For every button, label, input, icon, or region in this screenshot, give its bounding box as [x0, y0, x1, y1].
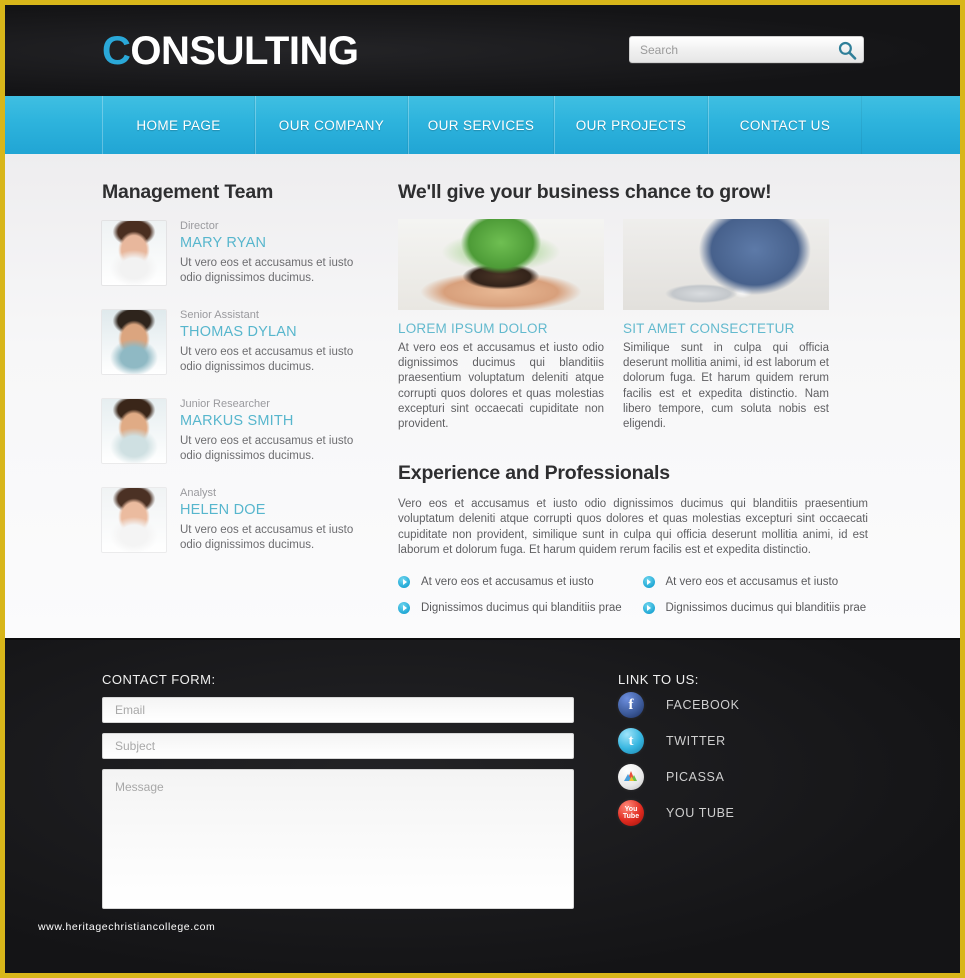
feature-column: LOREM IPSUM DOLOR At vero eos et accusam… [398, 219, 604, 432]
feature-columns: LOREM IPSUM DOLOR At vero eos et accusam… [398, 219, 868, 432]
page-frame: CONSULTING HOME PAGE OUR COMPANY OUR SER… [5, 5, 960, 973]
social-link-label: PICASSA [666, 770, 725, 784]
nav-left-spacer [5, 96, 102, 154]
feature-title[interactable]: SIT AMET CONSECTETUR [623, 321, 829, 336]
arrow-bullet-icon [398, 576, 410, 589]
team-member-name[interactable]: MARKUS SMITH [180, 411, 372, 431]
team-member: Senior Assistant THOMAS DYLAN Ut vero eo… [102, 308, 372, 391]
social-link-label: TWITTER [666, 734, 726, 748]
list-item[interactable]: At vero eos et accusamus et iusto [398, 575, 624, 590]
youtube-icon: You Tube [618, 800, 644, 826]
nav-item-our-services[interactable]: OUR SERVICES [408, 96, 554, 154]
twitter-icon: t [618, 728, 644, 754]
management-team-sidebar: Management Team Director MARY RYAN Ut ve… [102, 181, 372, 575]
twitter-glyph: t [628, 732, 634, 749]
subject-field[interactable] [102, 733, 574, 759]
social-link-label: FACEBOOK [666, 698, 740, 712]
facebook-glyph: f [628, 696, 634, 713]
experience-text: Vero eos et accusamus et iusto odio dign… [398, 498, 868, 556]
list-item-label: Dignissimos ducimus qui blanditiis prae [421, 602, 622, 615]
social-link-twitter[interactable]: t TWITTER [618, 723, 878, 759]
site-footer: CONTACT FORM: LINK TO US: f FACEBOOK t T… [5, 638, 960, 973]
team-member-desc: Ut vero eos et accusamus et iusto odio d… [180, 346, 354, 373]
contact-form: CONTACT FORM: [102, 672, 574, 909]
list-item[interactable]: Dignissimos ducimus qui blanditiis prae [398, 601, 624, 616]
nav-item-our-projects[interactable]: OUR PROJECTS [554, 96, 708, 154]
experience-heading: Experience and Professionals [398, 462, 670, 485]
team-member-role: Analyst [180, 487, 217, 499]
nav-right-spacer [862, 96, 960, 154]
bullet-list-left: At vero eos et accusamus et iusto Dignis… [398, 575, 624, 627]
team-member: Director MARY RYAN Ut vero eos et accusa… [102, 219, 372, 302]
team-member-photo [102, 399, 166, 463]
team-member-role: Director [180, 220, 219, 232]
team-member-desc: Ut vero eos et accusamus et iusto odio d… [180, 435, 354, 462]
list-item-label: At vero eos et accusamus et iusto [665, 576, 839, 589]
content-column: We'll give your business chance to grow!… [398, 181, 868, 627]
nav-item-our-company[interactable]: OUR COMPANY [255, 96, 408, 154]
list-item-label: At vero eos et accusamus et iusto [421, 576, 594, 589]
seedling-photo [398, 219, 604, 310]
team-member-role: Senior Assistant [180, 309, 259, 321]
main-navigation: HOME PAGE OUR COMPANY OUR SERVICES OUR P… [5, 96, 960, 167]
social-links-title: LINK TO US: [618, 672, 699, 687]
social-link-facebook[interactable]: f FACEBOOK [618, 687, 878, 723]
picassa-icon [618, 764, 644, 790]
bullet-list-right: At vero eos et accusamus et iusto Dignis… [642, 575, 869, 627]
team-member-photo [102, 310, 166, 374]
nav-item-home-page[interactable]: HOME PAGE [102, 96, 255, 154]
feature-text: Similique sunt in culpa qui officia dese… [623, 342, 829, 431]
team-member-role: Junior Researcher [180, 398, 270, 410]
main-content: Management Team Director MARY RYAN Ut ve… [5, 154, 960, 638]
facebook-icon: f [618, 692, 644, 718]
laptop-photo [623, 219, 829, 310]
list-item[interactable]: Dignissimos ducimus qui blanditiis prae [642, 601, 869, 616]
watermark-text: www.heritagechristiancollege.com [38, 921, 216, 933]
email-field[interactable] [102, 697, 574, 723]
team-member-name[interactable]: MARY RYAN [180, 233, 372, 253]
search-input[interactable] [640, 37, 830, 62]
site-header: CONSULTING [5, 5, 960, 96]
contact-form-title: CONTACT FORM: [102, 672, 216, 687]
nav-item-contact-us[interactable]: CONTACT US [708, 96, 862, 154]
social-link-label: YOU TUBE [666, 806, 735, 820]
sidebar-heading: Management Team [102, 181, 274, 203]
youtube-glyph: You Tube [622, 806, 640, 820]
feature-column: SIT AMET CONSECTETUR Similique sunt in c… [623, 219, 829, 432]
site-logo[interactable]: CONSULTING [102, 28, 359, 74]
message-field[interactable] [102, 769, 574, 909]
logo-rest: ONSULTING [130, 29, 359, 73]
team-member: Junior Researcher MARKUS SMITH Ut vero e… [102, 397, 372, 480]
team-member-name[interactable]: HELEN DOE [180, 500, 372, 520]
arrow-bullet-icon [642, 576, 655, 589]
logo-initial: C [102, 29, 131, 73]
feature-text: At vero eos et accusamus et iusto odio d… [398, 342, 604, 431]
list-item-label: Dignissimos ducimus qui blanditiis prae [665, 602, 867, 615]
arrow-bullet-icon [642, 602, 655, 615]
search-button[interactable] [837, 40, 857, 60]
team-member-name[interactable]: THOMAS DYLAN [180, 322, 372, 342]
feature-title[interactable]: LOREM IPSUM DOLOR [398, 321, 604, 336]
list-item[interactable]: At vero eos et accusamus et iusto [642, 575, 869, 590]
team-member: Analyst HELEN DOE Ut vero eos et accusam… [102, 486, 372, 569]
social-links: LINK TO US: f FACEBOOK t TWITTER PICASSA… [618, 672, 878, 831]
arrow-bullet-icon [398, 602, 410, 615]
bullet-lists: At vero eos et accusamus et iusto Dignis… [398, 575, 868, 627]
picassa-glyph [624, 771, 637, 781]
search-icon [838, 41, 857, 60]
team-member-desc: Ut vero eos et accusamus et iusto odio d… [180, 524, 354, 551]
team-member-photo [102, 488, 166, 552]
team-member-photo [102, 221, 166, 285]
social-link-youtube[interactable]: You Tube YOU TUBE [618, 795, 878, 831]
search-box [629, 36, 864, 63]
social-link-picassa[interactable]: PICASSA [618, 759, 878, 795]
content-heading: We'll give your business chance to grow! [398, 181, 772, 203]
team-member-desc: Ut vero eos et accusamus et iusto odio d… [180, 257, 354, 284]
